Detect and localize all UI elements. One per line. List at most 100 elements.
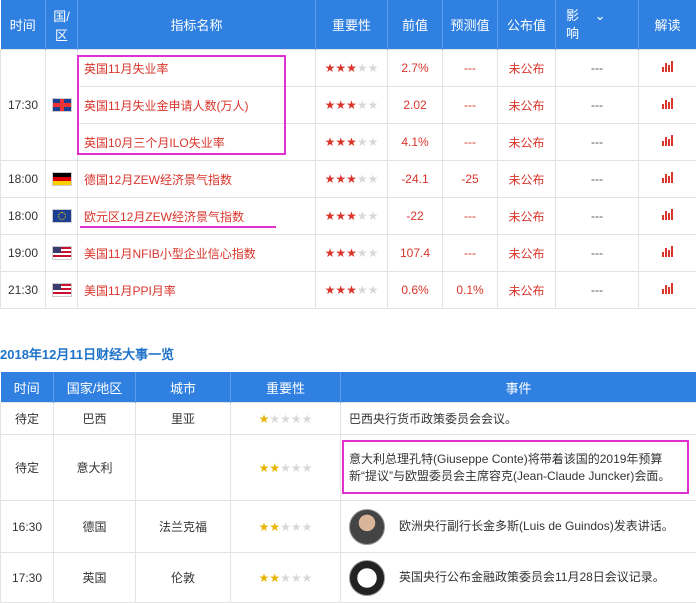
forecast-value: --- xyxy=(443,198,498,235)
eurozone-underline-mark xyxy=(80,226,276,228)
impact-value: --- xyxy=(556,87,639,124)
row-time: 18:00 xyxy=(1,161,46,198)
us-flag-icon xyxy=(52,283,72,297)
table-row: 英国11月失业金申请人数(万人) ★★★★★ 2.02 --- 未公布 --- xyxy=(1,87,696,124)
published-value: 未公布 xyxy=(498,50,556,87)
impact-value: --- xyxy=(556,235,639,272)
germany-flag-icon xyxy=(52,172,72,186)
table-header-row: 时间 国家/地区 城市 重要性 事件 xyxy=(1,372,696,403)
speaker-avatar xyxy=(349,509,385,545)
indicator-name[interactable]: 英国11月失业率 xyxy=(78,50,316,87)
flag-cell xyxy=(46,161,78,198)
row-time: 21:30 xyxy=(1,272,46,309)
event-text: 英国央行公布金融政策委员会11月28日会议记录。 xyxy=(399,570,665,584)
impact-value: --- xyxy=(556,50,639,87)
importance-stars: ★★★★★ xyxy=(316,198,388,235)
events-section-title: 2018年12月11日财经大事一览 xyxy=(0,344,174,363)
header-importance: 重要性 xyxy=(231,372,341,403)
indicator-name[interactable]: 欧元区12月ZEW经济景气指数 xyxy=(78,198,316,235)
header-interpret: 解读 xyxy=(639,0,696,50)
bar-chart-icon[interactable] xyxy=(639,272,696,309)
event-time: 待定 xyxy=(1,435,54,501)
previous-value: 0.6% xyxy=(388,272,443,309)
header-published: 公布值 xyxy=(498,0,556,50)
event-description: 意大利总理孔特(Giuseppe Conte)将带着该国的2019年预算新“提议… xyxy=(341,435,696,501)
importance-stars: ★★★★★ xyxy=(316,235,388,272)
table-row: 19:00 美国11月NFIB小型企业信心指数 ★★★★★ 107.4 --- … xyxy=(1,235,696,272)
event-city xyxy=(136,435,231,501)
published-value: 未公布 xyxy=(498,272,556,309)
event-country: 意大利 xyxy=(54,435,136,501)
bank-of-england-logo-icon xyxy=(349,560,385,596)
importance-stars: ★★★★★ xyxy=(231,501,341,553)
bar-chart-icon[interactable] xyxy=(639,50,696,87)
bar-chart-icon[interactable] xyxy=(639,198,696,235)
table-row: 17:30 英国11月失业率 ★★★★★ 2.7% --- 未公布 --- xyxy=(1,50,696,87)
header-importance: 重要性 xyxy=(316,0,388,50)
event-time: 16:30 xyxy=(1,501,54,553)
indicator-name[interactable]: 英国10月三个月ILO失业率 xyxy=(78,124,316,161)
impact-value: --- xyxy=(556,124,639,161)
event-city: 法兰克福 xyxy=(136,501,231,553)
us-flag-icon xyxy=(52,246,72,260)
bar-chart-icon[interactable] xyxy=(639,87,696,124)
event-city: 里亚 xyxy=(136,403,231,435)
row-time: 18:00 xyxy=(1,198,46,235)
importance-stars: ★★★★★ xyxy=(231,403,341,435)
table-row: 待定 意大利 ★★★★★ 意大利总理孔特(Giuseppe Conte)将带着该… xyxy=(1,435,696,501)
header-city: 城市 xyxy=(136,372,231,403)
indicator-name[interactable]: 德国12月ZEW经济景气指数 xyxy=(78,161,316,198)
table-row: 18:00 德国12月ZEW经济景气指数 ★★★★★ -24.1 -25 未公布… xyxy=(1,161,696,198)
header-forecast: 预测值 xyxy=(443,0,498,50)
indicator-name[interactable]: 美国11月NFIB小型企业信心指数 xyxy=(78,235,316,272)
bar-chart-icon[interactable] xyxy=(639,235,696,272)
indicator-name[interactable]: 美国11月PPI月率 xyxy=(78,272,316,309)
importance-stars: ★★★★★ xyxy=(316,50,388,87)
published-value: 未公布 xyxy=(498,87,556,124)
table-row: 21:30 美国11月PPI月率 ★★★★★ 0.6% 0.1% 未公布 --- xyxy=(1,272,696,309)
impact-label-bottom: 响 xyxy=(566,26,579,41)
forecast-value: --- xyxy=(443,235,498,272)
importance-stars: ★★★★★ xyxy=(316,124,388,161)
forecast-value: --- xyxy=(443,50,498,87)
header-impact[interactable]: 影 ⌄ 响 xyxy=(556,0,639,50)
economic-calendar-table: 时间 国/区 指标名称 重要性 前值 预测值 公布值 影 ⌄ 响 解读 17:3… xyxy=(0,0,696,309)
bar-chart-icon[interactable] xyxy=(639,161,696,198)
previous-value: 107.4 xyxy=(388,235,443,272)
table-header-row: 时间 国/区 指标名称 重要性 前值 预测值 公布值 影 ⌄ 响 解读 xyxy=(1,0,696,50)
table-row: 待定 巴西 里亚 ★★★★★ 巴西央行货币政策委员会会议。 xyxy=(1,403,696,435)
forecast-value: 0.1% xyxy=(443,272,498,309)
header-time: 时间 xyxy=(1,372,54,403)
importance-stars: ★★★★★ xyxy=(231,435,341,501)
impact-label-top: 影 xyxy=(566,8,579,23)
event-time: 17:30 xyxy=(1,553,54,603)
eu-flag-icon xyxy=(52,209,72,223)
previous-value: 2.7% xyxy=(388,50,443,87)
table-row: 16:30 德国 法兰克福 ★★★★★ 欧洲央行副行长金多斯(Luis de G… xyxy=(1,501,696,553)
previous-value: -22 xyxy=(388,198,443,235)
chevron-down-icon[interactable]: ⌄ xyxy=(595,8,606,23)
published-value: 未公布 xyxy=(498,124,556,161)
header-time: 时间 xyxy=(1,0,46,50)
financial-events-table: 时间 国家/地区 城市 重要性 事件 待定 巴西 里亚 ★★★★★ 巴西央行货币… xyxy=(0,372,696,603)
header-region: 国/区 xyxy=(46,0,78,50)
importance-stars: ★★★★★ xyxy=(316,272,388,309)
flag-cell xyxy=(46,272,78,309)
previous-value: 4.1% xyxy=(388,124,443,161)
published-value: 未公布 xyxy=(498,235,556,272)
table-row: 17:30 英国 伦敦 ★★★★★ 英国央行公布金融政策委员会11月28日会议记… xyxy=(1,553,696,603)
impact-value: --- xyxy=(556,161,639,198)
published-value: 未公布 xyxy=(498,198,556,235)
event-description: 英国央行公布金融政策委员会11月28日会议记录。 xyxy=(341,553,696,603)
event-country: 巴西 xyxy=(54,403,136,435)
flag-cell xyxy=(46,235,78,272)
bar-chart-icon[interactable] xyxy=(639,124,696,161)
row-time: 17:30 xyxy=(1,50,46,161)
table-row: 英国10月三个月ILO失业率 ★★★★★ 4.1% --- 未公布 --- xyxy=(1,124,696,161)
impact-value: --- xyxy=(556,272,639,309)
indicator-name[interactable]: 英国11月失业金申请人数(万人) xyxy=(78,87,316,124)
header-previous: 前值 xyxy=(388,0,443,50)
event-city: 伦敦 xyxy=(136,553,231,603)
importance-stars: ★★★★★ xyxy=(316,87,388,124)
forecast-value: -25 xyxy=(443,161,498,198)
